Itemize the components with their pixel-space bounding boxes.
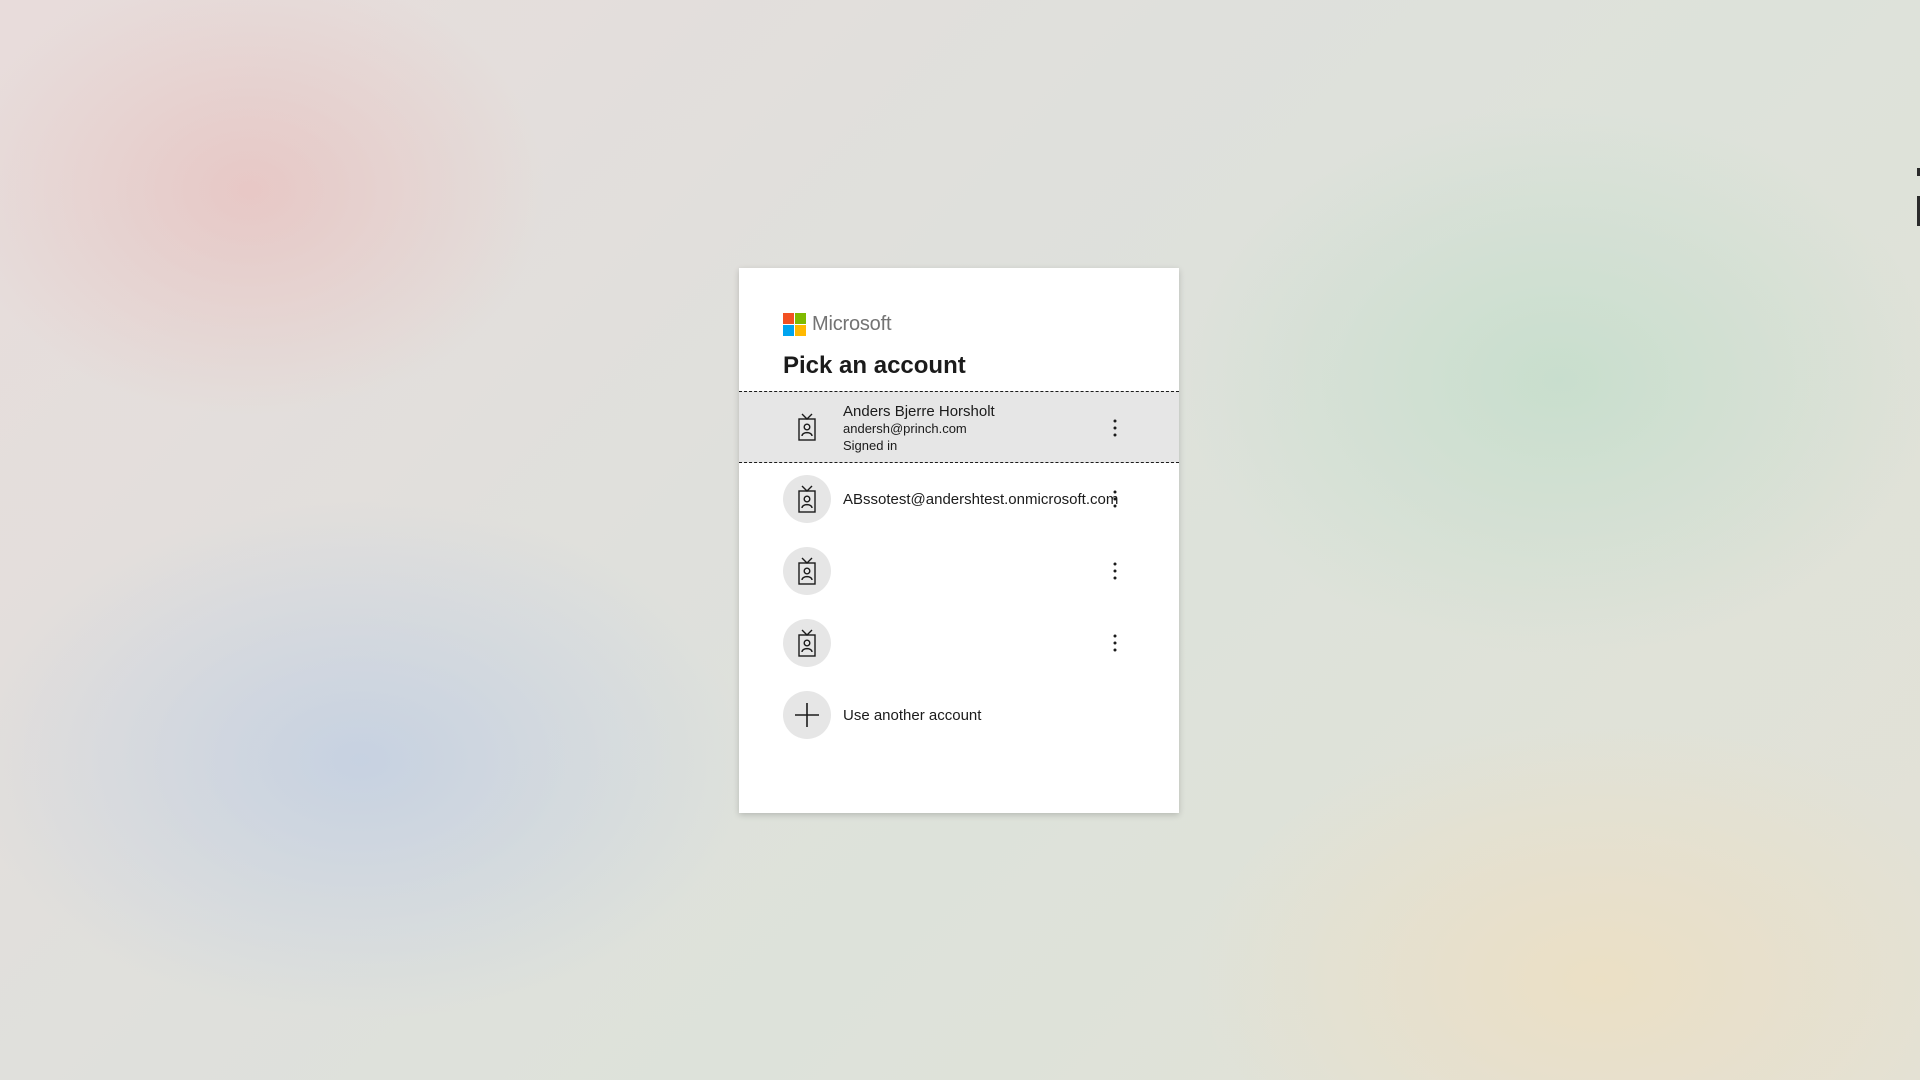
account-list: Anders Bjerre Horsholt andersh@princh.co… bbox=[739, 391, 1179, 751]
sign-in-dialog: Microsoft Pick an account Anders Bjerre … bbox=[739, 268, 1179, 813]
plus-icon bbox=[783, 691, 831, 739]
use-another-account-label: Use another account bbox=[843, 706, 982, 724]
more-options-button[interactable] bbox=[1097, 625, 1133, 661]
account-display-name: Anders Bjerre Horsholt bbox=[843, 403, 995, 420]
more-vertical-icon bbox=[1113, 490, 1117, 508]
more-vertical-icon bbox=[1113, 419, 1117, 437]
more-options-button[interactable] bbox=[1097, 410, 1133, 446]
use-another-account-text: Use another account bbox=[843, 679, 981, 751]
more-vertical-icon bbox=[1113, 562, 1117, 580]
brand-name: Microsoft bbox=[812, 312, 892, 335]
work-account-badge-icon bbox=[783, 547, 831, 595]
account-tile[interactable] bbox=[739, 535, 1179, 607]
use-another-account-button[interactable]: Use another account bbox=[739, 679, 1179, 751]
account-tile-selected[interactable]: Anders Bjerre Horsholt andersh@princh.co… bbox=[739, 391, 1179, 463]
microsoft-squares-icon bbox=[783, 312, 806, 336]
account-details: Anders Bjerre Horsholt andersh@princh.co… bbox=[843, 392, 995, 464]
account-details: ABssotest@andershtest.onmicrosoft.com bbox=[843, 463, 1118, 535]
work-account-badge-icon bbox=[783, 403, 831, 451]
account-tile[interactable] bbox=[739, 607, 1179, 679]
more-vertical-icon bbox=[1113, 634, 1117, 652]
account-tile[interactable]: ABssotest@andershtest.onmicrosoft.com bbox=[739, 463, 1179, 535]
work-account-badge-icon bbox=[783, 475, 831, 523]
account-status: Signed in bbox=[843, 438, 898, 453]
more-options-button[interactable] bbox=[1097, 553, 1133, 589]
work-account-badge-icon bbox=[783, 619, 831, 667]
account-email: ABssotest@andershtest.onmicrosoft.com bbox=[843, 490, 1119, 508]
microsoft-logo: Microsoft bbox=[783, 312, 892, 336]
page-title: Pick an account bbox=[783, 352, 966, 379]
account-email: andersh@princh.com bbox=[843, 421, 967, 436]
more-options-button[interactable] bbox=[1097, 481, 1133, 517]
